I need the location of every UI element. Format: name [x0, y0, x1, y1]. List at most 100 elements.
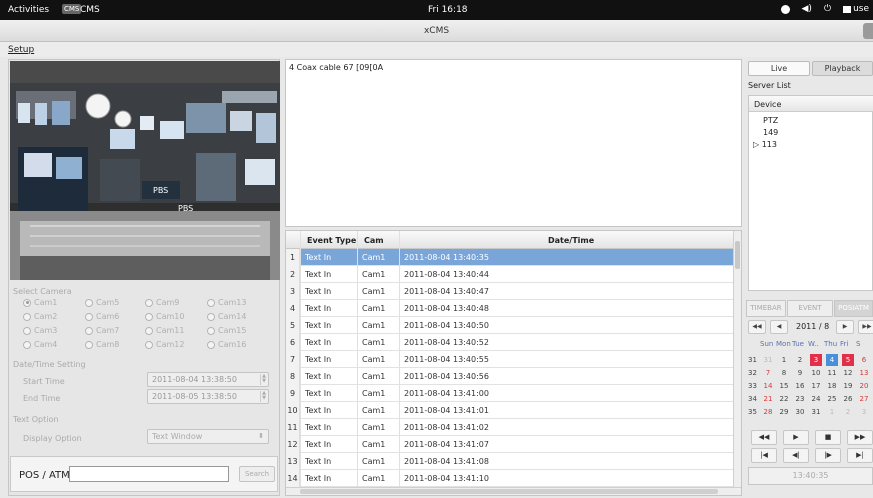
camera-radio[interactable]: Cam12 — [145, 340, 184, 349]
calendar-day[interactable]: 9 — [794, 367, 806, 379]
calendar-day[interactable]: 28 — [762, 406, 774, 418]
camera-radio[interactable]: Cam3 — [23, 326, 57, 335]
skip-back-icon[interactable]: |◀ — [751, 448, 777, 463]
calendar-day[interactable]: 3 — [858, 406, 870, 418]
accessibility-icon[interactable] — [780, 4, 790, 14]
table-row[interactable]: 1 Text In Cam1 2011-08-04 13:40:35 — [286, 249, 735, 266]
camera-radio[interactable]: Cam6 — [85, 312, 119, 321]
calendar-day[interactable]: 21 — [762, 393, 774, 405]
calendar-day[interactable]: 15 — [778, 380, 790, 392]
calendar-day[interactable]: 26 — [842, 393, 854, 405]
event-table-hscrollbar[interactable] — [286, 487, 741, 495]
col-cam[interactable]: Cam — [364, 236, 384, 245]
calendar-day[interactable]: 2 — [842, 406, 854, 418]
camera-radio[interactable]: Cam7 — [85, 326, 119, 335]
tab-pos-atm[interactable]: POSIATM — [834, 300, 873, 317]
text-window[interactable]: 4 Coax cable 67 [09[0A — [285, 59, 742, 227]
calendar-day[interactable]: 30 — [794, 406, 806, 418]
device-item-expandable[interactable]: ▷ 113 — [753, 140, 777, 149]
calendar-day[interactable]: 29 — [778, 406, 790, 418]
col-event-type[interactable]: Event Type — [307, 236, 356, 245]
camera-radio[interactable]: Cam13 — [207, 298, 246, 307]
camera-radio[interactable]: Cam9 — [145, 298, 179, 307]
calendar-day[interactable]: 14 — [762, 380, 774, 392]
calendar-day[interactable]: 17 — [810, 380, 822, 392]
power-icon[interactable]: ⏻ — [824, 4, 831, 14]
tab-playback[interactable]: Playback — [812, 61, 873, 76]
calendar-day[interactable]: 1 — [778, 354, 790, 366]
calendar-day[interactable]: 16 — [794, 380, 806, 392]
calendar-day[interactable]: 23 — [794, 393, 806, 405]
camera-radio[interactable]: Cam5 — [85, 298, 119, 307]
vscroll-thumb[interactable] — [735, 241, 740, 269]
calendar-day[interactable]: 13 — [858, 367, 870, 379]
calendar-day[interactable]: 11 — [826, 367, 838, 379]
tab-live[interactable]: Live — [748, 61, 810, 76]
event-table-vscrollbar[interactable] — [733, 231, 741, 488]
table-row[interactable]: 10 Text In Cam1 2011-08-04 13:41:01 — [286, 402, 735, 419]
volume-icon[interactable]: ◀) — [802, 4, 812, 14]
calendar-day[interactable]: 4 — [826, 354, 838, 366]
calendar-day[interactable]: 18 — [826, 380, 838, 392]
user-menu[interactable]: use — [843, 4, 869, 14]
end-time-spinner[interactable]: ▲ ▼ — [260, 391, 267, 402]
table-row[interactable]: 3 Text In Cam1 2011-08-04 13:40:47 — [286, 283, 735, 300]
table-row[interactable]: 2 Text In Cam1 2011-08-04 13:40:44 — [286, 266, 735, 283]
video-view[interactable]: PBS PBS — [10, 61, 280, 280]
table-row[interactable]: 12 Text In Cam1 2011-08-04 13:41:07 — [286, 436, 735, 453]
clock[interactable]: Fri 16:18 — [428, 5, 468, 15]
calendar-day[interactable]: 3 — [810, 354, 822, 366]
skip-forward-icon[interactable]: ▶| — [847, 448, 873, 463]
tab-event[interactable]: EVENT — [787, 300, 833, 317]
calendar-day[interactable]: 7 — [762, 367, 774, 379]
col-datetime[interactable]: Date/Time — [548, 236, 594, 245]
calendar-day[interactable]: 31 — [762, 354, 774, 366]
camera-radio[interactable]: Cam11 — [145, 326, 184, 335]
camera-radio[interactable]: Cam1 — [23, 298, 57, 307]
camera-radio[interactable]: Cam10 — [145, 312, 184, 321]
start-time-field[interactable]: 2011-08-04 13:38:50 ▲ ▼ — [147, 372, 269, 387]
calendar-day[interactable]: 2 — [794, 354, 806, 366]
play-icon[interactable]: ▶ — [783, 430, 809, 445]
calendar-day[interactable]: 5 — [842, 354, 854, 366]
calendar-day[interactable]: 1 — [826, 406, 838, 418]
calendar-day[interactable]: 22 — [778, 393, 790, 405]
calendar-day[interactable]: 8 — [778, 367, 790, 379]
last-icon[interactable]: ▶▶ — [858, 320, 873, 334]
table-row[interactable]: 14 Text In Cam1 2011-08-04 13:41:10 — [286, 470, 735, 487]
camera-radio[interactable]: Cam16 — [207, 340, 246, 349]
rewind-icon[interactable]: ◀◀ — [751, 430, 777, 445]
prev-icon[interactable]: ◀ — [770, 320, 788, 334]
calendar-day[interactable]: 12 — [842, 367, 854, 379]
table-row[interactable]: 13 Text In Cam1 2011-08-04 13:41:08 — [286, 453, 735, 470]
table-row[interactable]: 11 Text In Cam1 2011-08-04 13:41:02 — [286, 419, 735, 436]
window-close-button[interactable] — [863, 23, 873, 39]
pos-atm-input[interactable] — [69, 466, 229, 482]
calendar-day[interactable]: 24 — [810, 393, 822, 405]
fast-forward-icon[interactable]: ▶▶ — [847, 430, 873, 445]
tab-timebar[interactable]: TIMEBAR — [746, 300, 786, 317]
search-button[interactable]: Search — [239, 466, 275, 482]
step-back-icon[interactable]: ◀| — [783, 448, 809, 463]
first-icon[interactable]: ◀◀ — [748, 320, 766, 334]
activities-button[interactable]: Activities — [8, 5, 49, 15]
table-row[interactable]: 4 Text In Cam1 2011-08-04 13:40:48 — [286, 300, 735, 317]
app-menu[interactable]: CMS — [80, 5, 100, 15]
step-forward-icon[interactable]: |▶ — [815, 448, 841, 463]
table-row[interactable]: 6 Text In Cam1 2011-08-04 13:40:52 — [286, 334, 735, 351]
next-icon[interactable]: ▶ — [836, 320, 854, 334]
calendar-day[interactable]: 31 — [810, 406, 822, 418]
end-time-field[interactable]: 2011-08-05 13:38:50 ▲ ▼ — [147, 389, 269, 404]
menu-setup[interactable]: Setup — [8, 45, 34, 55]
start-time-spinner[interactable]: ▲ ▼ — [260, 374, 267, 385]
calendar-day[interactable]: 10 — [810, 367, 822, 379]
calendar-day[interactable]: 27 — [858, 393, 870, 405]
table-row[interactable]: 7 Text In Cam1 2011-08-04 13:40:55 — [286, 351, 735, 368]
calendar-day[interactable]: 20 — [858, 380, 870, 392]
calendar-day[interactable]: 25 — [826, 393, 838, 405]
camera-radio[interactable]: Cam14 — [207, 312, 246, 321]
camera-radio[interactable]: Cam15 — [207, 326, 246, 335]
table-row[interactable]: 8 Text In Cam1 2011-08-04 13:40:56 — [286, 368, 735, 385]
hscroll-thumb[interactable] — [300, 489, 718, 494]
table-row[interactable]: 5 Text In Cam1 2011-08-04 13:40:50 — [286, 317, 735, 334]
